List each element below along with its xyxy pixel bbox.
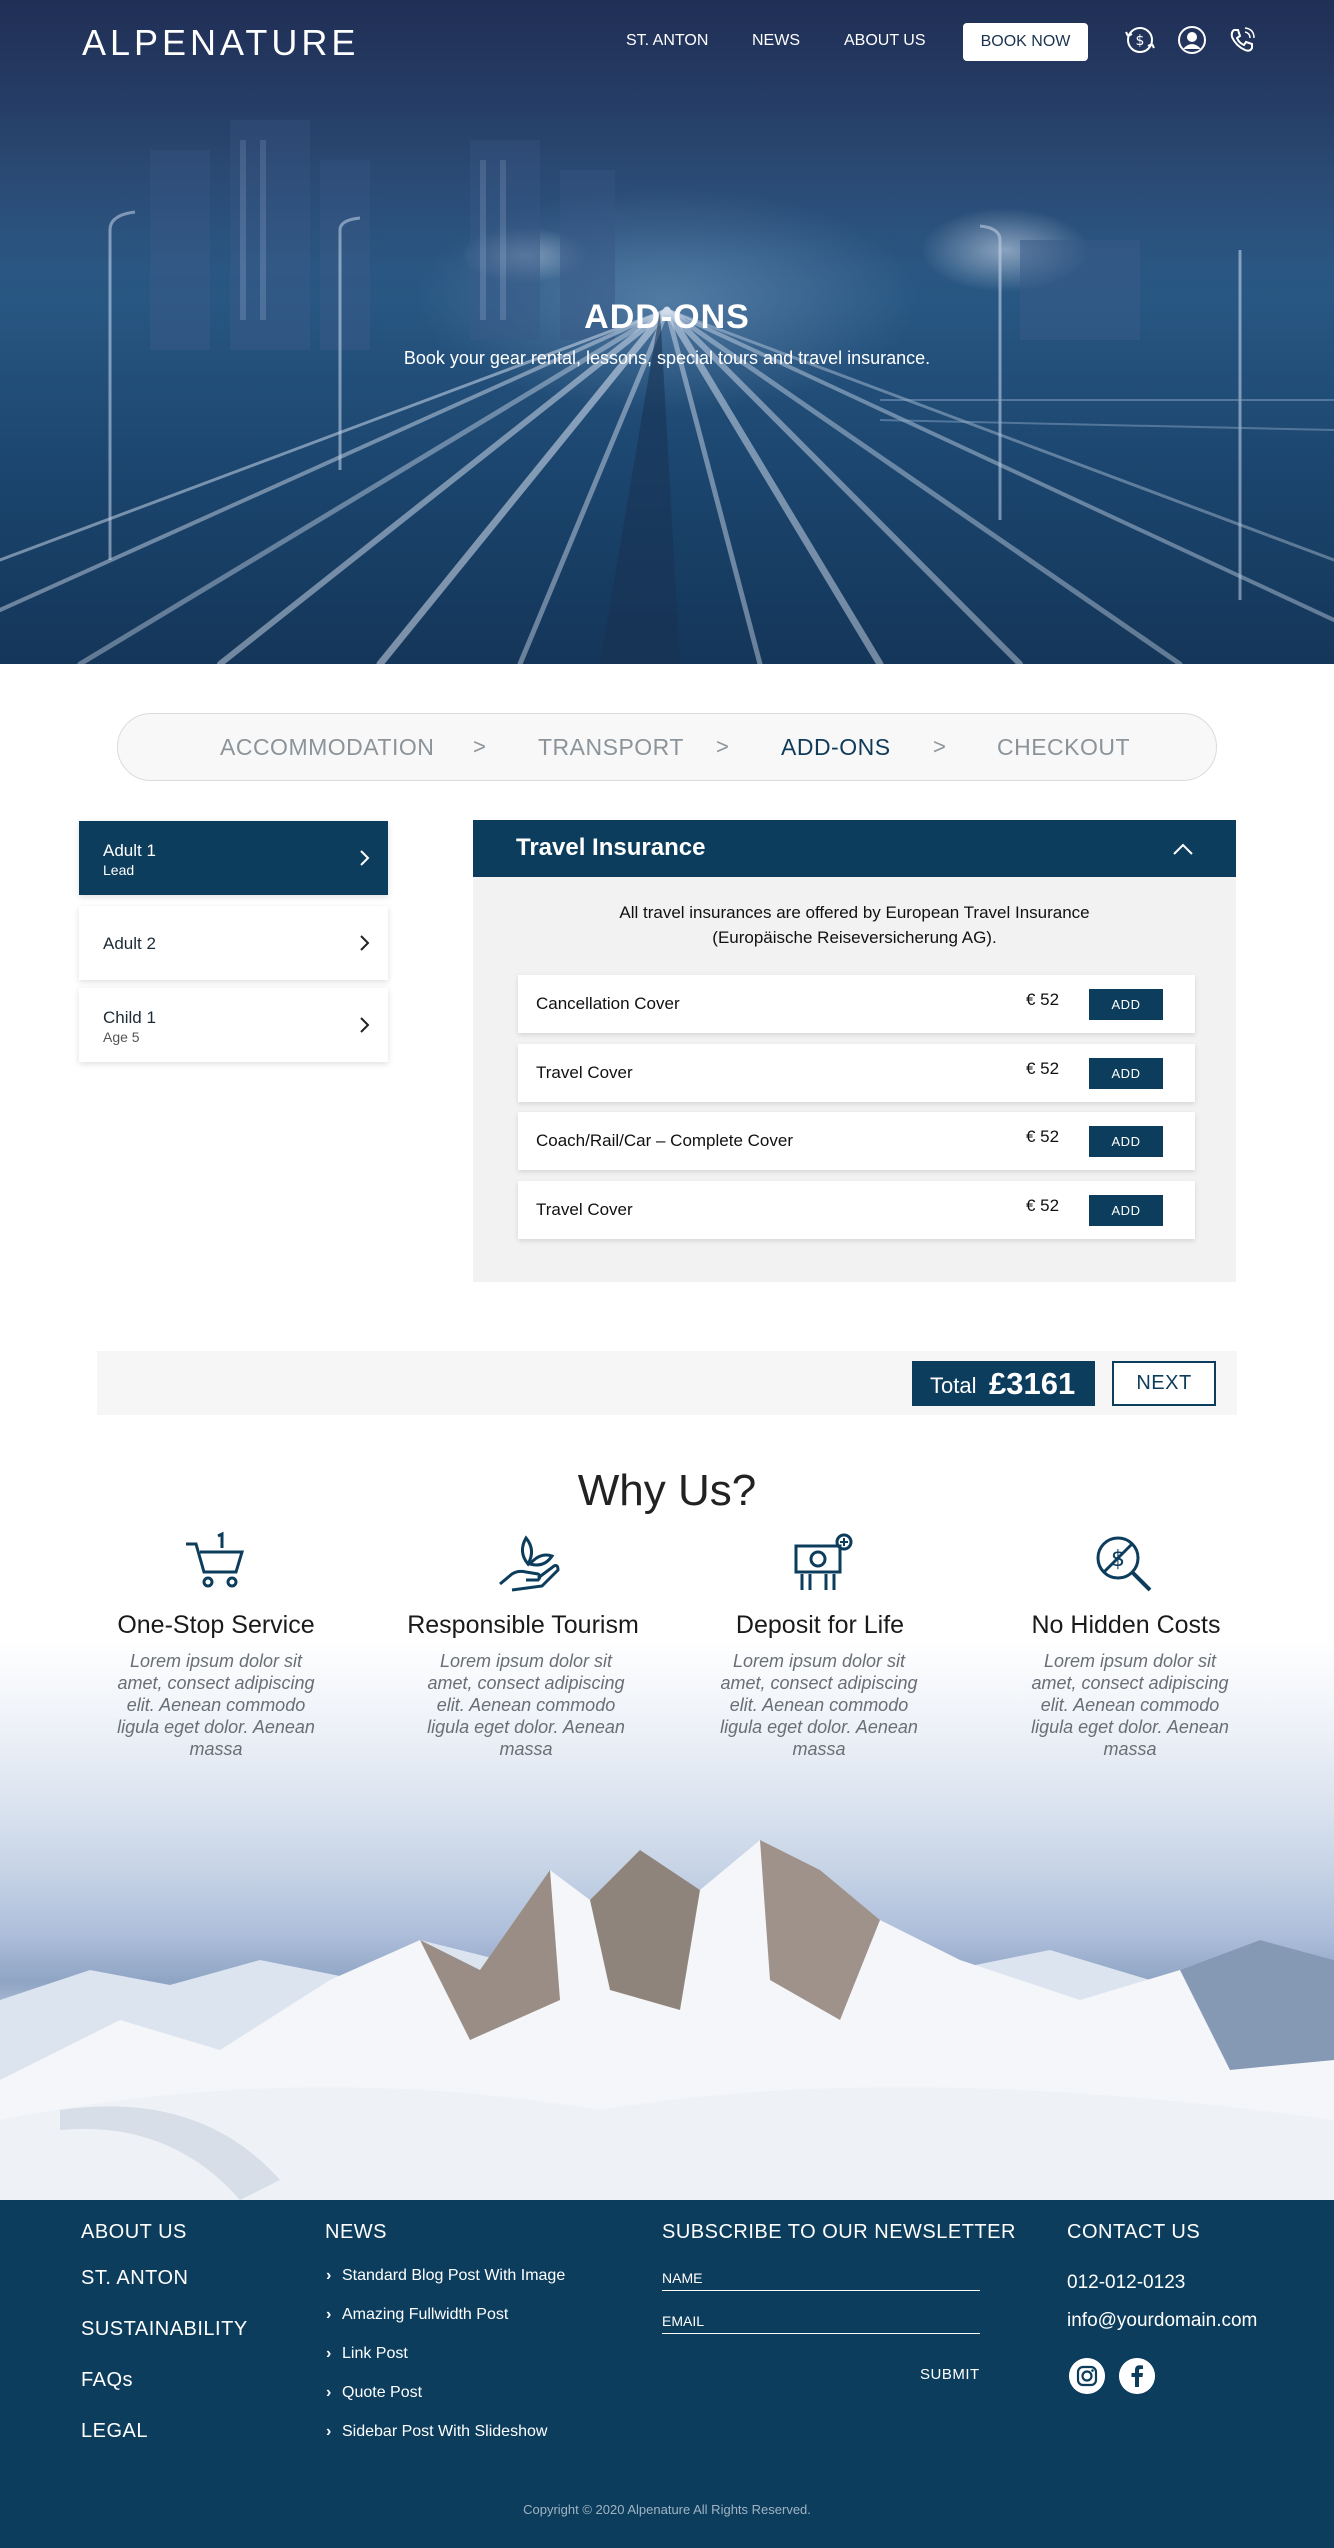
news-link-label: Standard Blog Post With Image [342,2267,566,2284]
why-item-text: Lorem ipsum dolor sit amet, consect adip… [117,1651,315,1759]
footer-link-sustainability[interactable]: SUSTAINABILITY [81,2318,248,2341]
news-link-label: Link Post [342,2345,408,2362]
insurance-label: Coach/Rail/Car – Complete Cover [536,1131,793,1150]
why-item-title: Responsible Tourism [407,1611,639,1639]
chevron-right-icon: › [326,2267,332,2284]
footer-news-item[interactable]: › Link Post [326,2345,408,2363]
step-transport[interactable]: TRANSPORT [538,734,684,761]
money-icon [794,1533,853,1590]
total-box: Total £3161 [912,1361,1095,1406]
why-item-title: Deposit for Life [735,1611,905,1639]
insurance-row: Travel Cover € 52 ADD [518,1181,1195,1239]
hand-leaf-icon [499,1535,560,1592]
nav-st-anton[interactable]: ST. ANTON [626,32,708,50]
insurance-label: Travel Cover [536,1063,633,1082]
logo[interactable]: ALPENATURE [82,22,359,64]
chevron-right-icon: › [326,2345,332,2362]
step-add-ons[interactable]: ADD-ONS [781,734,891,761]
step-separator: > [933,734,946,759]
insurance-price: € 52 [1026,990,1060,1009]
insurance-label: Cancellation Cover [536,994,680,1013]
page-title: ADD-ONS [584,298,750,336]
insurance-price: € 52 [1026,1059,1060,1078]
step-separator: > [716,734,729,759]
why-item-title: No Hidden Costs [1031,1611,1221,1639]
add-button[interactable]: ADD [1089,1058,1163,1089]
insurance-row: Cancellation Cover € 52 ADD [518,975,1195,1033]
news-link-label: Quote Post [342,2384,423,2401]
add-button[interactable]: ADD [1089,989,1163,1020]
step-separator: > [473,734,486,759]
next-button[interactable]: NEXT [1112,1361,1216,1406]
cart-icon [186,1531,245,1588]
add-button[interactable]: ADD [1089,1126,1163,1157]
footer-news-item[interactable]: › Standard Blog Post With Image [326,2267,565,2285]
traveller-adult-1[interactable]: Adult 1 Lead [79,821,388,895]
footer-news-item[interactable]: › Quote Post [326,2384,422,2402]
why-item-text: Lorem ipsum dolor sit amet, consect adip… [720,1651,918,1759]
insurance-price: € 52 [1026,1127,1060,1146]
footer-news-heading: NEWS [325,2221,387,2243]
contact-heading: CONTACT US [1067,2221,1201,2243]
contact-email[interactable]: info@yourdomain.com [1067,2310,1257,2332]
nav-about-us[interactable]: ABOUT US [844,32,926,50]
why-item-text: Lorem ipsum dolor sit amet, consect adip… [427,1651,625,1759]
insurance-price: € 52 [1026,1196,1060,1215]
facebook-icon[interactable] [1119,2358,1155,2394]
contact-phone[interactable]: 012-012-0123 [1067,2272,1185,2294]
chevron-right-icon [360,1017,370,1033]
user-icon[interactable] [1176,24,1208,56]
newsletter-email-field[interactable]: EMAIL [662,2313,980,2334]
total-value: £3161 [989,1366,1076,1401]
chevron-right-icon [360,935,370,951]
why-item-text: Lorem ipsum dolor sit amet, consect adip… [1031,1651,1229,1759]
newsletter-submit-button[interactable]: SUBMIT [920,2366,980,2383]
traveller-sub: Age 5 [103,1029,140,1045]
copyright: Copyright © 2020 Alpenature All Rights R… [523,2502,811,2517]
page-subtitle: Book your gear rental, lessons, special … [403,348,931,368]
chevron-right-icon: › [326,2306,332,2323]
footer-link-faqs[interactable]: FAQs [81,2369,133,2392]
footer-news-item[interactable]: › Sidebar Post With Slideshow [326,2423,547,2441]
insurance-row: Travel Cover € 52 ADD [518,1044,1195,1102]
why-us-title: Why Us? [577,1466,757,1515]
insurance-label: Travel Cover [536,1200,633,1219]
traveller-name: Adult 1 [103,841,156,860]
instagram-icon[interactable] [1069,2358,1105,2394]
step-checkout[interactable]: CHECKOUT [997,734,1130,761]
nav-news[interactable]: NEWS [752,32,800,50]
insurance-note: All travel insurances are offered by Eur… [473,900,1236,950]
svg-text:$: $ [1136,33,1145,49]
insurance-row: Coach/Rail/Car – Complete Cover € 52 ADD [518,1112,1195,1170]
footer-link-legal[interactable]: LEGAL [81,2420,148,2443]
book-now-button[interactable]: BOOK NOW [963,23,1088,61]
news-link-label: Amazing Fullwidth Post [342,2306,509,2323]
step-accommodation[interactable]: ACCOMMODATION [220,734,434,761]
traveller-child-1[interactable]: Child 1 Age 5 [79,988,388,1062]
add-button[interactable]: ADD [1089,1195,1163,1226]
currency-exchange-icon[interactable]: $ [1124,24,1156,56]
phone-icon[interactable] [1226,24,1258,56]
footer-link-st-anton[interactable]: ST. ANTON [81,2267,189,2290]
panel-title: Travel Insurance [516,834,706,861]
footer-news-item[interactable]: › Amazing Fullwidth Post [326,2306,508,2324]
footer-link-about-us[interactable]: ABOUT US [81,2221,187,2244]
total-label: Total [930,1373,977,1398]
traveller-adult-2[interactable]: Adult 2 [79,906,388,980]
traveller-name: Child 1 [103,1008,156,1027]
newsletter-heading: SUBSCRIBE TO OUR NEWSLETTER [662,2221,1016,2243]
chevron-right-icon: › [326,2423,332,2440]
chevron-right-icon: › [326,2384,332,2401]
insurance-note-line: All travel insurances are offered by Eur… [619,903,1090,922]
chevron-right-icon [360,850,370,866]
news-link-label: Sidebar Post With Slideshow [342,2423,548,2440]
svg-text:$: $ [1111,1547,1125,1572]
newsletter-name-field[interactable]: NAME [662,2270,980,2291]
insurance-note-line: (Europäische Reiseversicherung AG). [712,928,997,947]
traveller-name: Adult 2 [103,934,156,953]
why-item-title: One-Stop Service [117,1611,315,1639]
chevron-up-icon[interactable] [1170,836,1196,862]
no-cost-search-icon: $ [1096,1536,1152,1592]
traveller-sub: Lead [103,862,135,878]
